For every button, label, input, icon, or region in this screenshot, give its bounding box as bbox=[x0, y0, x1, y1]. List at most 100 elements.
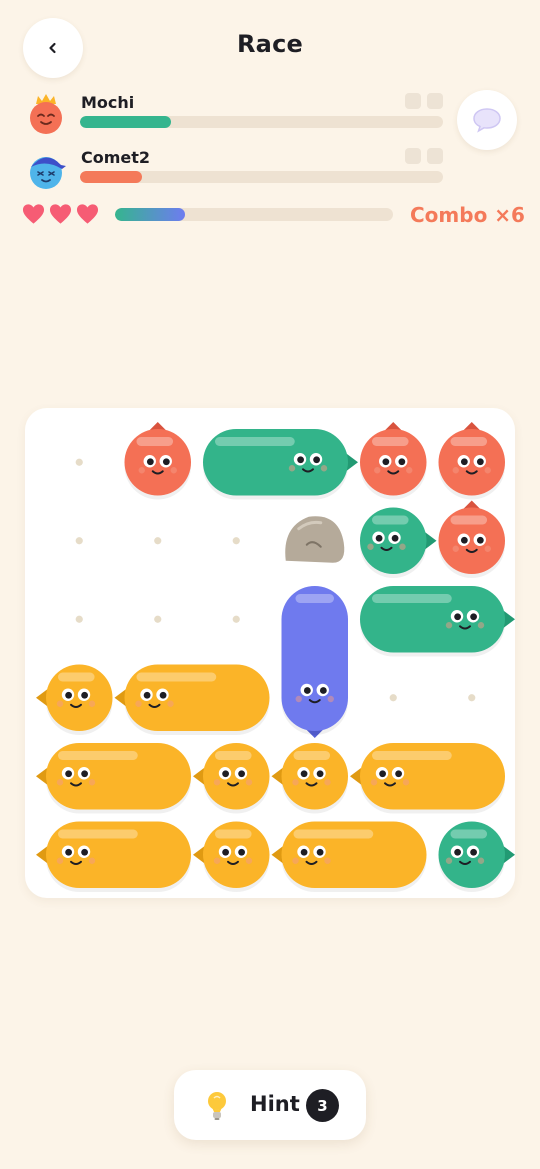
speech-bubble-icon bbox=[473, 108, 501, 133]
eye-pupil bbox=[476, 536, 484, 544]
red-piece[interactable] bbox=[438, 422, 506, 500]
piece-highlight bbox=[136, 437, 174, 446]
lives-hearts bbox=[22, 203, 99, 225]
eye-pupil bbox=[81, 691, 88, 699]
eye-pupil bbox=[375, 534, 383, 542]
cheek bbox=[327, 695, 334, 703]
empty-cell-dot bbox=[154, 615, 162, 623]
player-progress-fill bbox=[80, 116, 171, 128]
empty-cell-dot bbox=[468, 694, 476, 702]
cheek bbox=[399, 543, 406, 550]
piece-highlight bbox=[450, 829, 488, 839]
chat-button[interactable] bbox=[457, 90, 517, 150]
powerup-slot bbox=[405, 93, 421, 109]
empty-cell-dot bbox=[75, 537, 83, 545]
eye-pupil bbox=[300, 770, 308, 778]
cheek bbox=[56, 700, 64, 707]
cheek bbox=[324, 779, 331, 786]
cheek bbox=[56, 779, 64, 786]
eye-pupil bbox=[470, 848, 477, 856]
yellow-piece[interactable] bbox=[36, 743, 191, 814]
cheek bbox=[477, 622, 485, 629]
yellow-piece[interactable] bbox=[114, 664, 270, 736]
cheek bbox=[324, 857, 331, 864]
rock-piece[interactable] bbox=[285, 516, 345, 563]
cheek bbox=[292, 857, 299, 864]
piece-highlight bbox=[295, 594, 334, 603]
piece-highlight bbox=[372, 515, 409, 525]
eye-pupil bbox=[398, 458, 406, 466]
piece-highlight bbox=[372, 594, 452, 603]
yellow-piece[interactable] bbox=[36, 821, 191, 893]
eye-pupil bbox=[395, 770, 402, 778]
yellow-piece[interactable] bbox=[271, 821, 427, 893]
yellow-piece[interactable] bbox=[193, 821, 270, 893]
cheek bbox=[292, 779, 299, 786]
cheek bbox=[213, 779, 221, 786]
blue-piece[interactable] bbox=[281, 586, 349, 738]
lightbulb-icon bbox=[208, 1092, 226, 1120]
cheek bbox=[367, 543, 374, 550]
yellow-piece[interactable] bbox=[193, 743, 270, 814]
combo-progress-fill bbox=[115, 208, 185, 221]
eye-pupil bbox=[460, 536, 468, 544]
eye-pupil bbox=[382, 458, 390, 466]
player-name: Mochi bbox=[81, 93, 135, 112]
eye-pupil bbox=[379, 770, 386, 778]
green-piece[interactable] bbox=[360, 586, 515, 657]
eye-pupil bbox=[238, 770, 246, 778]
eye-pupil bbox=[454, 848, 461, 856]
cheek bbox=[56, 857, 64, 864]
empty-cell-dot bbox=[75, 458, 83, 466]
powerup-slots bbox=[405, 93, 443, 109]
green-piece[interactable] bbox=[203, 429, 358, 500]
yellow-piece[interactable] bbox=[350, 743, 505, 814]
cheek bbox=[138, 467, 145, 474]
powerup-slot bbox=[427, 148, 443, 164]
eye-pupil bbox=[316, 848, 324, 856]
eye-pupil bbox=[391, 534, 399, 542]
page-title: Race bbox=[237, 30, 303, 58]
empty-cell-dot bbox=[154, 537, 162, 545]
eye-pupil bbox=[454, 613, 461, 621]
piece-highlight bbox=[372, 751, 452, 760]
eye-pupil bbox=[238, 848, 246, 856]
cheek bbox=[445, 622, 453, 629]
green-piece[interactable] bbox=[438, 821, 516, 893]
cheek bbox=[406, 467, 413, 474]
green-piece[interactable] bbox=[360, 507, 437, 579]
eye-pupil bbox=[297, 456, 304, 464]
heart-icon bbox=[49, 204, 72, 224]
cheek bbox=[370, 779, 378, 786]
crowned-avatar-icon bbox=[30, 94, 62, 134]
eye-pupil bbox=[222, 770, 230, 778]
red-piece[interactable] bbox=[438, 500, 506, 579]
eye-pupil bbox=[303, 687, 311, 694]
cheek bbox=[213, 857, 221, 864]
eye-pupil bbox=[159, 691, 167, 699]
red-piece[interactable] bbox=[360, 422, 427, 500]
combo-label: Combo ×6 bbox=[410, 203, 525, 227]
piece-highlight bbox=[58, 829, 138, 839]
cheek bbox=[484, 545, 491, 552]
game-board[interactable] bbox=[25, 408, 515, 898]
eye-pupil bbox=[146, 458, 154, 466]
player-name: Comet2 bbox=[81, 148, 151, 167]
yellow-piece[interactable] bbox=[36, 664, 113, 736]
eye-pupil bbox=[143, 691, 151, 699]
piece-highlight bbox=[136, 672, 217, 682]
player-row-1: Mochi bbox=[26, 93, 446, 142]
combo-progress-bar bbox=[115, 208, 393, 221]
cheek bbox=[88, 857, 96, 864]
hint-button[interactable]: Hint 3 bbox=[174, 1070, 366, 1140]
eye-pupil bbox=[81, 770, 88, 778]
cheek bbox=[88, 779, 96, 786]
red-piece[interactable] bbox=[124, 422, 192, 500]
piece-highlight bbox=[215, 829, 252, 839]
cheek bbox=[320, 465, 328, 472]
yellow-piece[interactable] bbox=[271, 743, 349, 814]
piece-highlight bbox=[372, 437, 409, 446]
piece-highlight bbox=[450, 437, 488, 446]
piece-highlight bbox=[293, 829, 374, 839]
eye-pupil bbox=[222, 848, 230, 856]
